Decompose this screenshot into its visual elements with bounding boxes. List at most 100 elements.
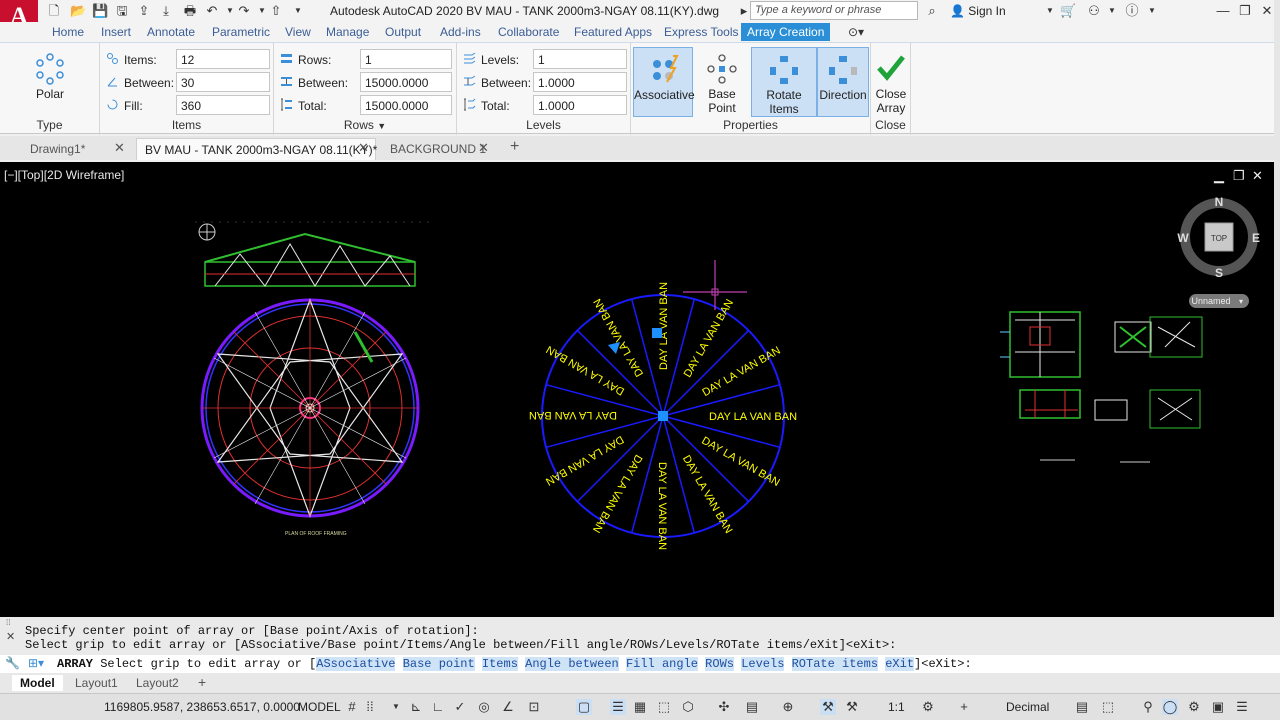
hardware-acceleration-icon[interactable]: ⚙ bbox=[1186, 699, 1202, 715]
command-line-input[interactable]: 🔧 ⊞▾ ARRAY Select grip to edit array or … bbox=[0, 655, 1280, 673]
tab-add-ins[interactable]: Add-ins bbox=[440, 25, 481, 39]
tab-home[interactable]: Home bbox=[52, 25, 84, 39]
array-center-grip[interactable] bbox=[658, 411, 668, 421]
rows-count-input[interactable]: 1 bbox=[360, 49, 452, 69]
autodesk-app-icon[interactable]: ⚇ bbox=[1086, 3, 1102, 19]
app-dropdown-icon[interactable]: ▼ bbox=[1104, 3, 1120, 19]
close-tab-icon[interactable]: ✕ bbox=[478, 140, 489, 156]
grip-icon[interactable]: ⁞⁞ bbox=[6, 618, 10, 627]
units-button[interactable]: Decimal bbox=[1006, 700, 1049, 714]
open-web-icon[interactable]: ⇪ bbox=[136, 3, 152, 19]
option-associative[interactable]: ASsociative bbox=[316, 657, 396, 671]
tab-layout2[interactable]: Layout2 bbox=[128, 675, 187, 691]
tab-view[interactable]: View bbox=[285, 25, 311, 39]
lock-ui-icon[interactable]: ⬚ bbox=[1100, 699, 1116, 715]
direction-button[interactable]: Direction bbox=[817, 47, 869, 117]
annotation-visibility-icon[interactable]: ⚒ bbox=[820, 699, 836, 715]
angle-between-input[interactable]: 30 bbox=[176, 72, 270, 92]
option-levels[interactable]: Levels bbox=[741, 657, 785, 671]
levels-total-input[interactable]: 1.0000 bbox=[533, 95, 627, 115]
close-tab-icon[interactable]: ✕ bbox=[114, 140, 125, 156]
fill-angle-input[interactable]: 360 bbox=[176, 95, 270, 115]
workspace-switch-icon[interactable]: ⚙ bbox=[920, 699, 936, 715]
coordinates-readout[interactable]: 1169805.9587, 238653.6517, 0.0000 bbox=[104, 700, 300, 714]
recent-commands-icon[interactable]: ⊞▾ bbox=[28, 656, 44, 670]
save-web-icon[interactable]: ⤓ bbox=[158, 3, 174, 19]
tab-featured-apps[interactable]: Featured Apps bbox=[574, 25, 652, 39]
tab-express-tools[interactable]: Express Tools bbox=[664, 25, 738, 39]
option-angle-between[interactable]: Angle between bbox=[525, 657, 619, 671]
tab-annotate[interactable]: Annotate bbox=[147, 25, 195, 39]
add-layout-icon[interactable]: + bbox=[190, 673, 214, 691]
rotate-items-button[interactable]: Rotate Items bbox=[751, 47, 817, 117]
selection-cycling-icon[interactable]: ▢ bbox=[576, 699, 592, 715]
ribbon-minimize-icon[interactable]: ⊙▾ bbox=[848, 25, 864, 39]
items-count-input[interactable]: 12 bbox=[176, 49, 270, 69]
snap-icon[interactable]: ⁞⁞ bbox=[362, 699, 378, 715]
base-point-button[interactable]: Base Point bbox=[693, 47, 751, 117]
customize-qat-icon[interactable]: ▼ bbox=[290, 3, 306, 19]
annotation-add-icon[interactable]: + bbox=[956, 699, 972, 715]
panel-title-rows[interactable]: Rows ▼ bbox=[274, 118, 456, 132]
grid-icon[interactable]: # bbox=[344, 699, 360, 715]
quick-properties-icon[interactable]: ▤ bbox=[1074, 699, 1090, 715]
lineweight-icon[interactable]: ☰ bbox=[610, 699, 626, 715]
minimize-icon[interactable]: — bbox=[1212, 2, 1234, 20]
save-icon[interactable]: 💾 bbox=[92, 3, 108, 19]
option-rotate-items[interactable]: ROTate items bbox=[791, 657, 879, 671]
auto-scale-icon[interactable]: ⚒ bbox=[844, 699, 860, 715]
option-items[interactable]: Items bbox=[481, 657, 518, 671]
tab-model[interactable]: Model bbox=[12, 675, 63, 691]
customize-status-icon[interactable]: ☰ bbox=[1234, 699, 1250, 715]
units-toggle-icon[interactable]: ▤ bbox=[744, 699, 760, 715]
tab-output[interactable]: Output bbox=[385, 25, 421, 39]
search-input[interactable]: Type a keyword or phrase bbox=[750, 1, 918, 20]
polar-tracking-icon[interactable]: ✓ bbox=[452, 699, 468, 715]
close-array-button[interactable]: Close Array bbox=[871, 47, 911, 117]
share-icon[interactable]: ⇧ bbox=[268, 3, 284, 19]
ortho-icon[interactable]: ∟ bbox=[430, 699, 446, 715]
rows-between-input[interactable]: 15000.0000 bbox=[360, 72, 452, 92]
annotation-scale-button[interactable]: 1:1 bbox=[888, 700, 905, 714]
tab-array-creation[interactable]: Array Creation bbox=[741, 23, 831, 41]
plot-icon[interactable]: 🖶 bbox=[182, 3, 198, 19]
restore-icon[interactable]: ❐ bbox=[1234, 2, 1256, 20]
save-as-icon[interactable]: 🖫 bbox=[114, 3, 130, 19]
open-icon[interactable]: 📂 bbox=[70, 3, 86, 19]
file-tab-bv-mau[interactable]: BV MAU - TANK 2000m3-NGAY 08.11(KY)* bbox=[136, 138, 377, 160]
option-exit[interactable]: eXit bbox=[885, 657, 915, 671]
model-space-button[interactable]: MODEL bbox=[298, 700, 341, 714]
clean-screen-icon[interactable]: ▣ bbox=[1210, 699, 1226, 715]
tab-insert[interactable]: Insert bbox=[101, 25, 131, 39]
viewcube[interactable]: TOP N S E W bbox=[1177, 195, 1260, 280]
new-tab-icon[interactable]: + bbox=[510, 138, 519, 156]
infer-constraints-icon[interactable]: ⊾ bbox=[408, 699, 424, 715]
isolate-objects-icon[interactable]: ⚲ bbox=[1140, 699, 1156, 715]
graphics-performance-icon[interactable]: ◯ bbox=[1162, 699, 1178, 715]
associative-button[interactable]: Associative bbox=[633, 47, 695, 117]
dynamic-input-icon[interactable]: ⊕ bbox=[780, 699, 796, 715]
array-radius-grip[interactable] bbox=[652, 328, 662, 338]
customize-wrench-icon[interactable]: 🔧 bbox=[5, 656, 20, 670]
close-command-line-icon[interactable]: ✕ bbox=[6, 630, 15, 643]
tab-collaborate[interactable]: Collaborate bbox=[498, 25, 559, 39]
new-icon[interactable]: 🗋 bbox=[46, 3, 62, 19]
option-base-point[interactable]: Base point bbox=[402, 657, 475, 671]
binoculars-icon[interactable]: ⌕ bbox=[924, 3, 940, 19]
rows-total-input[interactable]: 15000.0000 bbox=[360, 95, 452, 115]
annotation-monitor-icon[interactable]: ✣ bbox=[716, 699, 732, 715]
tab-layout1[interactable]: Layout1 bbox=[67, 675, 126, 691]
transparency-icon[interactable]: ▦ bbox=[632, 699, 648, 715]
cart-icon[interactable]: 🛒 bbox=[1060, 3, 1076, 19]
option-rows[interactable]: ROWs bbox=[705, 657, 734, 671]
osnap-icon[interactable]: ⊡ bbox=[526, 699, 542, 715]
snap-dropdown-icon[interactable]: ▼ bbox=[388, 699, 404, 715]
redo-icon[interactable]: ↷ bbox=[236, 3, 252, 19]
levels-between-input[interactable]: 1.0000 bbox=[533, 72, 627, 92]
help-dropdown-icon[interactable]: ▼ bbox=[1144, 3, 1160, 19]
tab-manage[interactable]: Manage bbox=[326, 25, 369, 39]
gizmo-icon[interactable]: ⬡ bbox=[680, 699, 696, 715]
close-tab-icon[interactable]: ✕ bbox=[358, 140, 369, 156]
dynamic-ucs-icon[interactable]: ⬚ bbox=[656, 699, 672, 715]
help-icon[interactable]: ⓘ bbox=[1124, 3, 1140, 19]
